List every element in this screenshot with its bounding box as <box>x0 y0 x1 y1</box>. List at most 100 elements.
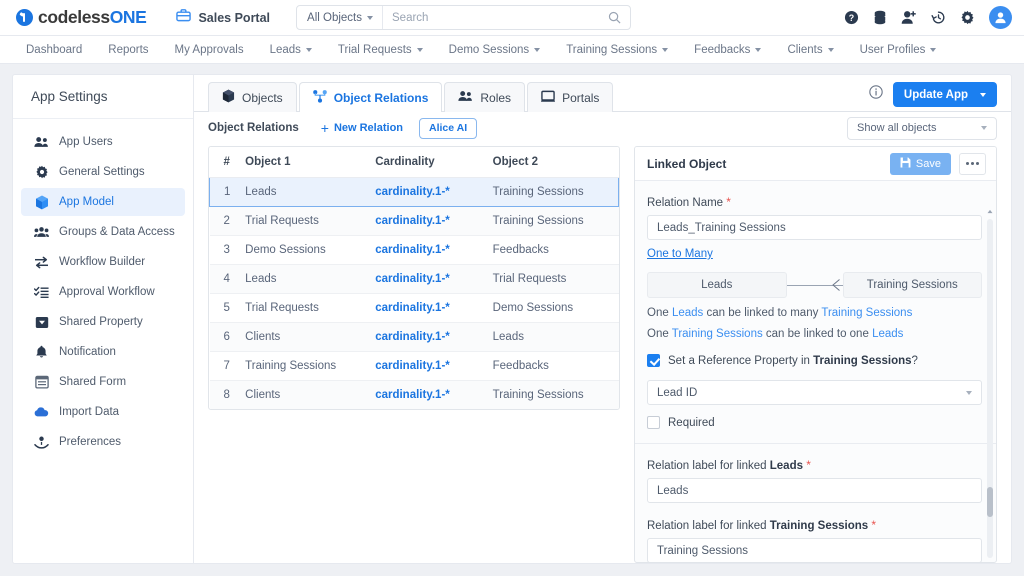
sidebar-item-workflow-builder[interactable]: Workflow Builder <box>21 248 185 276</box>
relation-connector <box>786 272 843 298</box>
column-header-object1[interactable]: Object 1 <box>245 147 376 178</box>
cell-object1: Leads <box>245 177 376 207</box>
database-icon[interactable] <box>873 10 887 25</box>
save-button[interactable]: Save <box>889 152 951 175</box>
table-row[interactable]: 1 Leads cardinality.1-* Training Session… <box>209 177 619 207</box>
nav-item-user-profiles[interactable]: User Profiles <box>860 44 937 56</box>
cell-cardinality[interactable]: cardinality.1-* <box>375 293 493 323</box>
scroll-up-icon[interactable] <box>987 209 993 214</box>
required-star: * <box>726 195 731 209</box>
relation-name-input[interactable] <box>647 215 982 240</box>
cell-cardinality[interactable]: cardinality.1-* <box>375 177 493 207</box>
cell-cardinality[interactable]: cardinality.1-* <box>375 322 493 352</box>
nav-item-feedbacks[interactable]: Feedbacks <box>694 44 762 56</box>
table-body: 1 Leads cardinality.1-* Training Session… <box>209 177 619 409</box>
relation-label-right-input[interactable] <box>647 538 982 562</box>
column-header-cardinality[interactable]: Cardinality <box>375 147 493 178</box>
nav-label: User Profiles <box>859 43 926 56</box>
cell-cardinality[interactable]: cardinality.1-* <box>375 380 493 409</box>
cell-num: 3 <box>209 235 246 265</box>
alice-ai-button[interactable]: Alice AI <box>419 117 478 139</box>
cell-cardinality[interactable]: cardinality.1-* <box>375 264 493 294</box>
nav-item-clients[interactable]: Clients <box>787 44 834 56</box>
more-options-button[interactable] <box>959 152 986 175</box>
table-row[interactable]: 7 Training Sessions cardinality.1-* Feed… <box>209 351 619 381</box>
tab-objects[interactable]: Objects <box>208 82 297 112</box>
tab-object-relations[interactable]: Object Relations <box>298 82 443 112</box>
nav-item-demo-sessions[interactable]: Demo Sessions <box>449 44 541 56</box>
panel-scrollbar-thumb[interactable] <box>987 487 993 517</box>
table-row[interactable]: 5 Trial Requests cardinality.1-* Demo Se… <box>209 293 619 323</box>
tab-label: Roles <box>480 90 512 105</box>
sidebar-item-shared-form[interactable]: Shared Form <box>21 368 185 396</box>
sidebar-item-app-users[interactable]: App Users <box>21 128 185 156</box>
table-row[interactable]: 2 Trial Requests cardinality.1-* Trainin… <box>209 206 619 236</box>
new-relation-button[interactable]: + New Relation <box>321 121 403 135</box>
sidebar-item-general-settings[interactable]: General Settings <box>21 158 185 186</box>
portal-icon <box>541 90 556 106</box>
required-row[interactable]: Required <box>647 416 982 429</box>
history-icon[interactable] <box>931 10 946 25</box>
gear-icon[interactable] <box>960 10 975 25</box>
sidebar-item-groups-data-access[interactable]: Groups & Data Access <box>21 218 185 246</box>
sidebar-item-approval-workflow[interactable]: Approval Workflow <box>21 278 185 306</box>
nav-item-dashboard[interactable]: Dashboard <box>26 44 82 56</box>
nav-item-training-sessions[interactable]: Training Sessions <box>566 44 669 56</box>
search-scope-dropdown[interactable]: All Objects <box>297 6 383 29</box>
portal-selector[interactable]: Sales Portal <box>176 8 270 27</box>
sidebar-item-app-model[interactable]: App Model <box>21 188 185 216</box>
required-star: * <box>871 518 877 532</box>
nav-item-leads[interactable]: Leads <box>270 44 312 56</box>
update-app-button[interactable]: Update App <box>892 82 997 107</box>
svg-text:?: ? <box>849 13 854 23</box>
nav-label: Demo Sessions <box>448 43 530 56</box>
relation-right-object: Training Sessions <box>842 272 982 298</box>
relation-type-link[interactable]: One to Many <box>647 248 713 260</box>
cell-cardinality[interactable]: cardinality.1-* <box>375 351 493 381</box>
required-checkbox[interactable] <box>647 416 660 429</box>
table-row[interactable]: 3 Demo Sessions cardinality.1-* Feedback… <box>209 235 619 265</box>
cell-cardinality[interactable]: cardinality.1-* <box>375 206 493 236</box>
table-row[interactable]: 8 Clients cardinality.1-* Training Sessi… <box>209 380 619 409</box>
search-icon[interactable] <box>599 11 630 24</box>
brand-logo[interactable]: codelessONE <box>16 7 147 28</box>
cell-object2: Trial Requests <box>492 264 619 294</box>
sidebar-item-import-data[interactable]: Import Data <box>21 398 185 426</box>
users-icon <box>34 136 49 148</box>
avatar[interactable] <box>989 6 1012 29</box>
help-icon[interactable]: ? <box>844 10 859 25</box>
table-row[interactable]: 4 Leads cardinality.1-* Trial Requests <box>209 264 619 294</box>
bell-icon <box>34 345 49 359</box>
save-label: Save <box>915 157 941 170</box>
reference-property-select[interactable]: Lead ID <box>647 380 982 405</box>
tab-label: Objects <box>242 90 283 105</box>
add-user-icon[interactable] <box>901 10 917 25</box>
tab-portals[interactable]: Portals <box>527 82 614 112</box>
info-icon[interactable] <box>869 85 883 104</box>
portal-label: Sales Portal <box>198 10 271 25</box>
ref-prop-object: Training Sessions <box>813 354 912 367</box>
sidebar-item-preferences[interactable]: Preferences <box>21 428 185 456</box>
tab-roles[interactable]: Roles <box>444 82 526 112</box>
column-header-object2[interactable]: Object 2 <box>492 147 619 178</box>
rule2-mid: can be linked to one <box>762 328 873 340</box>
reference-property-row[interactable]: Set a Reference Property in Training Ses… <box>647 354 982 367</box>
required-star: * <box>806 458 811 472</box>
sidebar-title: App Settings <box>13 75 193 119</box>
table-row[interactable]: 6 Clients cardinality.1-* Leads <box>209 322 619 352</box>
nav-item-reports[interactable]: Reports <box>108 44 148 56</box>
sidebar-item-shared-property[interactable]: Shared Property <box>21 308 185 336</box>
relation-label-left-input[interactable] <box>647 478 982 503</box>
show-all-objects-dropdown[interactable]: Show all objects <box>847 116 997 140</box>
sidebar-item-notification[interactable]: Notification <box>21 338 185 366</box>
cell-object2: Training Sessions <box>492 177 619 207</box>
cell-cardinality[interactable]: cardinality.1-* <box>375 235 493 265</box>
chevron-down-icon <box>662 47 669 52</box>
rule2-pre: One <box>647 328 672 340</box>
column-header-num[interactable]: # <box>209 147 246 178</box>
panel-scrollbar[interactable] <box>987 209 993 558</box>
reference-property-checkbox[interactable] <box>647 354 660 367</box>
nav-item-trial-requests[interactable]: Trial Requests <box>338 44 423 56</box>
search-input[interactable] <box>383 6 600 29</box>
nav-item-my-approvals[interactable]: My Approvals <box>175 44 244 56</box>
